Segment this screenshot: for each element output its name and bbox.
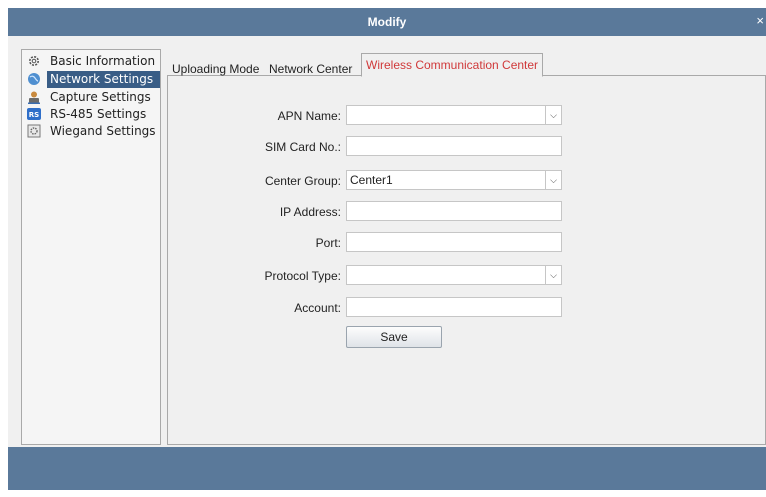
sidebar-item-network-settings[interactable]: Network Settings [24, 71, 160, 88]
tab-uploading-mode[interactable]: Uploading Mode [172, 62, 259, 76]
sidebar-item-rs485-settings[interactable]: RS RS-485 Settings [24, 106, 158, 123]
sidebar-item-basic-information[interactable]: Basic Information [24, 53, 158, 70]
rs-badge-icon: RS [27, 108, 41, 120]
account-label: Account: [294, 301, 341, 315]
window-title: Modify [367, 15, 407, 29]
svg-text:RS: RS [29, 111, 39, 119]
dialog-footer [8, 447, 766, 490]
dialog-body: Basic Information Network Settings Captu… [8, 36, 766, 447]
protocol-type-dropdown[interactable]: ⌵ [346, 265, 562, 285]
tab-wireless-communication-center[interactable]: Wireless Communication Center [361, 53, 544, 77]
save-button[interactable]: Save [346, 326, 442, 348]
gear-icon [29, 56, 39, 66]
account-input[interactable] [346, 297, 562, 317]
sim-card-input[interactable] [346, 136, 562, 156]
settings-sidebar: Basic Information Network Settings Captu… [21, 49, 161, 445]
sidebar-item-label: Capture Settings [50, 90, 151, 104]
chevron-down-icon[interactable]: ⌵ [545, 106, 561, 124]
chevron-down-icon[interactable]: ⌵ [545, 171, 561, 189]
sidebar-item-wiegand-settings[interactable]: Wiegand Settings [24, 123, 158, 140]
center-group-dropdown[interactable]: Center1 ⌵ [346, 170, 562, 190]
chevron-down-icon[interactable]: ⌵ [545, 266, 561, 284]
center-group-value: Center1 [350, 173, 393, 187]
sim-card-label: SIM Card No.: [264, 140, 341, 154]
ip-address-input[interactable] [346, 201, 562, 221]
camera-person-icon [28, 91, 40, 104]
card-gear-icon [27, 124, 41, 138]
port-label: Port: [315, 236, 341, 250]
sidebar-item-label: Basic Information [50, 54, 156, 68]
tab-network-center[interactable]: Network Center [269, 62, 352, 76]
port-input[interactable] [346, 232, 562, 252]
window-titlebar: Modify × [8, 8, 766, 36]
protocol-type-label: Protocol Type: [264, 269, 342, 283]
globe-icon [28, 73, 40, 85]
close-icon[interactable]: × [756, 13, 764, 28]
apn-name-dropdown[interactable]: ⌵ [346, 105, 562, 125]
apn-name-label: APN Name: [277, 109, 341, 123]
sidebar-item-capture-settings[interactable]: Capture Settings [24, 89, 158, 106]
sidebar-item-label: Network Settings [47, 71, 160, 88]
ip-address-label: IP Address: [279, 205, 341, 219]
center-group-label: Center Group: [264, 174, 341, 188]
sidebar-item-label: RS-485 Settings [50, 107, 147, 121]
settings-content-panel [167, 75, 766, 445]
sidebar-item-label: Wiegand Settings [50, 124, 156, 138]
